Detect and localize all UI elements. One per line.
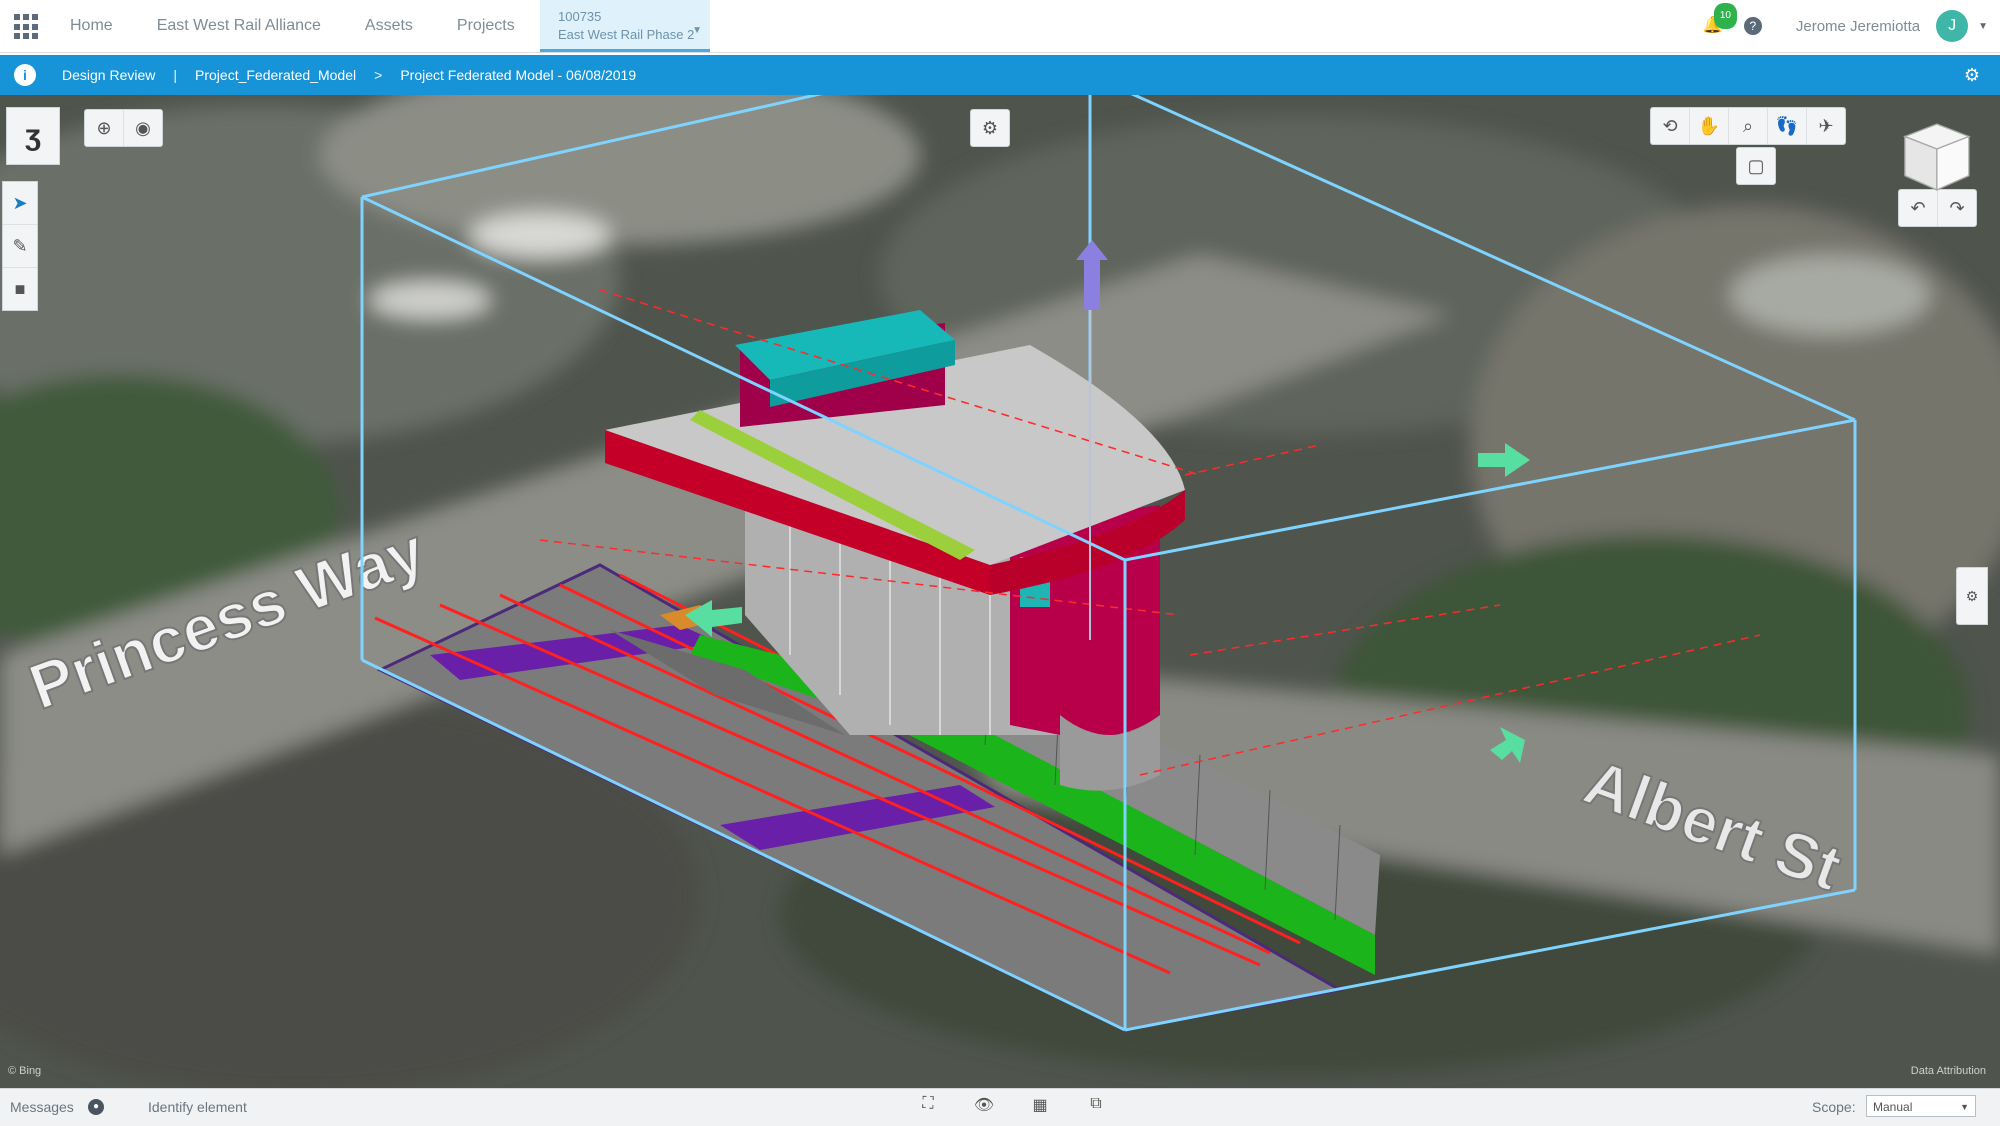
clipboard-icon[interactable]: ▦ <box>1012 1095 1068 1115</box>
navigation-cube[interactable] <box>1896 117 1976 197</box>
app-launcher-icon[interactable] <box>14 14 40 40</box>
model-scene: Princess Way Albert St <box>0 95 2000 1088</box>
user-area: 🔔 10 ? Jerome Jeremiotta J ▼ <box>1702 0 2000 52</box>
view-settings: ⚙ <box>970 109 1010 147</box>
delete-icon[interactable]: ■ <box>3 268 37 310</box>
vertical-toolbar: ➤ ✎ ■ <box>2 181 38 311</box>
status-bar: Messages ● Identify element ⛶ 👁 ▦ ⧉ Scop… <box>0 1088 2000 1126</box>
walk-icon[interactable]: 👣 <box>1768 108 1807 144</box>
settings-gear-icon[interactable]: ⚙ <box>1964 65 1980 86</box>
scope-value: Manual <box>1873 1100 1913 1114</box>
identify-element-label: Identify element <box>148 1099 247 1115</box>
zoom-icon[interactable]: ⌕ <box>1729 108 1768 144</box>
section-box-icon[interactable]: ▢ <box>1737 148 1775 184</box>
nav-alliance[interactable]: East West Rail Alliance <box>157 17 321 35</box>
breadcrumb-chevron-icon: > <box>374 67 383 83</box>
top-navigation-bar: Home East West Rail Alliance Assets Proj… <box>0 0 2000 53</box>
view-tools-left: ⊕ ◉ <box>84 109 163 147</box>
breadcrumb-version[interactable]: Project Federated Model - 06/08/2019 <box>400 67 636 83</box>
view-settings-gear-icon[interactable]: ⚙ <box>971 110 1009 146</box>
messages-icon[interactable]: ● <box>88 1099 104 1115</box>
section-tool: ▢ <box>1736 147 1776 185</box>
breadcrumb-separator: | <box>173 67 178 83</box>
side-panel-handle-icon[interactable]: ⚙ <box>1956 567 1988 625</box>
bell-icon[interactable]: 🔔 10 <box>1702 3 1737 37</box>
breadcrumb-model[interactable]: Project_Federated_Model <box>195 67 356 83</box>
breadcrumb-bar: i Design Review | Project_Federated_Mode… <box>0 55 2000 95</box>
fly-icon[interactable]: ✈ <box>1807 108 1845 144</box>
fit-view-icon[interactable]: ⊕ <box>85 110 124 146</box>
scope-chevron-down-icon[interactable]: ▼ <box>1960 1096 1969 1118</box>
nav-assets[interactable]: Assets <box>365 17 413 35</box>
export-icon[interactable]: ⧉ <box>1068 1095 1124 1115</box>
active-project-tab[interactable]: 100735 East West Rail Phase 2 ▼ <box>540 0 710 52</box>
map-credit-attribution[interactable]: Data Attribution <box>1911 1065 1986 1077</box>
notification-badge: 10 <box>1713 3 1737 29</box>
user-menu-chevron-icon[interactable]: ▼ <box>1978 21 1988 32</box>
camera-icon[interactable]: ◉ <box>124 110 162 146</box>
status-tools: ⛶ 👁 ▦ ⧉ <box>900 1095 1124 1115</box>
info-icon[interactable]: i <box>14 64 36 86</box>
navigation-tools: ⟲ ✋ ⌕ 👣 ✈ <box>1650 107 1846 145</box>
nav-home[interactable]: Home <box>70 17 113 35</box>
app-logo-icon: ʒ <box>6 107 60 165</box>
help-icon[interactable]: ? <box>1743 17 1762 35</box>
screenshot-icon[interactable]: ⛶ <box>900 1095 956 1115</box>
measure-icon[interactable]: ✎ <box>3 225 37 268</box>
chevron-down-icon[interactable]: ▼ <box>692 22 702 40</box>
nav-projects[interactable]: Projects <box>457 17 515 35</box>
3d-viewport[interactable]: Princess Way Albert St ⊕ ◉ ⚙ ⟲ ✋ ⌕ 👣 ✈ ▢… <box>0 95 2000 1088</box>
breadcrumb: Design Review | Project_Federated_Model … <box>62 55 636 95</box>
breadcrumb-app[interactable]: Design Review <box>62 67 155 83</box>
scope-label: Scope: <box>1812 1099 1856 1115</box>
messages-label[interactable]: Messages <box>10 1099 74 1115</box>
rotate-icon[interactable]: ⟲ <box>1651 108 1690 144</box>
pan-hand-icon[interactable]: ✋ <box>1690 108 1729 144</box>
project-name: East West Rail Phase 2 <box>558 27 695 42</box>
map-credit-bing: © Bing <box>8 1065 42 1077</box>
eye-icon[interactable]: 👁 <box>956 1095 1012 1115</box>
scope-select[interactable]: Manual ▼ <box>1866 1095 1976 1117</box>
user-name[interactable]: Jerome Jeremiotta <box>1796 18 1920 35</box>
avatar[interactable]: J <box>1936 10 1969 42</box>
select-arrow-icon[interactable]: ➤ <box>3 182 37 225</box>
project-number: 100735 <box>558 9 602 24</box>
nav-menu: Home East West Rail Alliance Assets Proj… <box>70 0 559 52</box>
